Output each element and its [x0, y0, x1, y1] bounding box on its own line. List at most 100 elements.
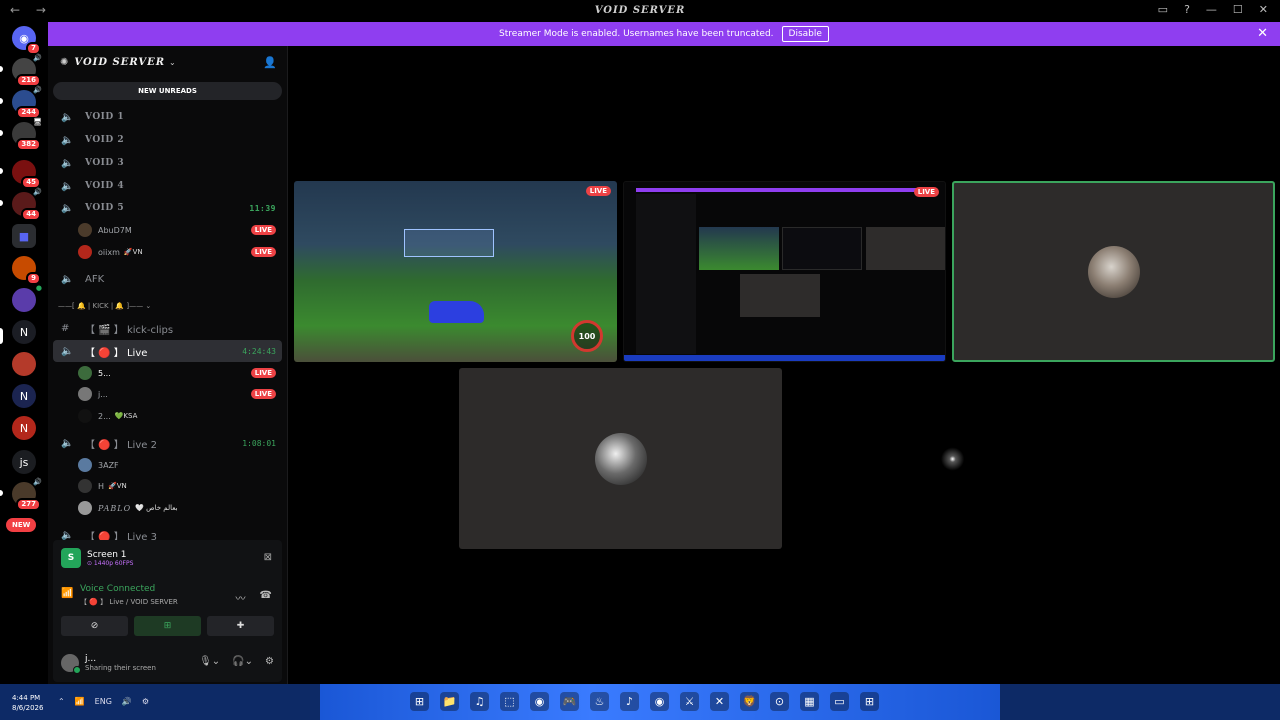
chevron-down-icon: ⌄: [169, 57, 176, 67]
category-kick[interactable]: ——[ 🔔 | KICK | 🔔 ]—— ⌄: [58, 302, 151, 310]
voice-user[interactable]: H 🚀VN: [78, 476, 282, 496]
folder-icon[interactable]: ■: [12, 224, 36, 248]
windows-icon[interactable]: ⊞: [860, 692, 879, 711]
activities-button[interactable]: ✚: [207, 616, 274, 636]
server-icon[interactable]: ●: [12, 284, 42, 312]
close-icon[interactable]: ✕: [1259, 3, 1268, 16]
voice-channel-live[interactable]: 🔈 【 🔴 】 Live 4:24:43: [53, 340, 282, 362]
app-icon[interactable]: ▦: [800, 692, 819, 711]
stream-tile-screen[interactable]: LIVE: [623, 181, 946, 362]
add-user-icon[interactable]: 👤: [263, 56, 277, 69]
avatar[interactable]: [61, 654, 81, 674]
stream-tile-game[interactable]: 100 LIVE: [294, 181, 617, 362]
app-icon[interactable]: ◉: [530, 692, 549, 711]
text-channel-kick-clips[interactable]: # 【 🎬 】 kick-clips: [53, 317, 282, 339]
server-icon[interactable]: N: [12, 384, 36, 408]
start-icon[interactable]: ⊞: [410, 692, 429, 711]
channel-timer: 11:39: [249, 203, 276, 213]
voice-channel[interactable]: 🔈 VOID 3: [53, 152, 282, 174]
server-icon[interactable]: 🔊 244: [12, 86, 42, 119]
server-icon[interactable]: N: [12, 320, 36, 344]
game-icon[interactable]: 🎮: [560, 692, 579, 711]
tiktok-icon[interactable]: ♪: [620, 692, 639, 711]
stream-source-name: Screen 1: [87, 549, 127, 560]
clock[interactable]: 4:44 PM 8/6/2026: [12, 693, 43, 713]
network-icon[interactable]: 📶: [75, 697, 85, 706]
stop-stream-icon[interactable]: ⊠: [264, 552, 272, 563]
headphones-icon[interactable]: 🎧⌄: [232, 656, 253, 667]
music-icon[interactable]: ♫: [470, 692, 489, 711]
server-icon[interactable]: 9: [12, 256, 41, 285]
voice-user[interactable]: 5... LIVE: [78, 363, 282, 383]
disconnect-icon[interactable]: ☎: [260, 590, 272, 605]
participant-avatar: [595, 433, 647, 485]
server-icon[interactable]: 🔊 44: [12, 188, 42, 221]
noise-suppression-icon[interactable]: 〰: [236, 590, 246, 605]
speaker-icon: 🔈: [61, 111, 74, 123]
voice-channel[interactable]: 🔈 VOID 4: [53, 175, 282, 197]
chevron-up-icon[interactable]: ⌃: [58, 697, 65, 706]
voice-user[interactable]: AbuD7M LIVE: [78, 220, 282, 240]
microphone-icon[interactable]: 🎙⌄: [199, 656, 220, 667]
camera-toggle-button[interactable]: ⊘: [61, 616, 128, 636]
app-icon[interactable]: ▭: [830, 692, 849, 711]
streamer-mode-banner: Streamer Mode is enabled. Usernames have…: [48, 22, 1280, 46]
steam-icon[interactable]: ♨: [590, 692, 609, 711]
minimize-icon[interactable]: —: [1206, 3, 1217, 16]
banner-close-icon[interactable]: ✕: [1257, 26, 1268, 41]
car-graphic: [429, 301, 484, 323]
server-icon[interactable]: js: [12, 450, 36, 474]
settings-gear-icon[interactable]: ⚙: [265, 656, 274, 667]
voice-channel[interactable]: 🔈 VOID 5 11:39: [53, 197, 282, 219]
server-icon[interactable]: 45: [12, 160, 41, 189]
participant-tile[interactable]: [788, 368, 1111, 549]
language-indicator[interactable]: ENG: [95, 697, 112, 706]
maximize-icon[interactable]: ☐: [1233, 3, 1243, 16]
voice-channel[interactable]: 🔈 VOID 2: [53, 129, 282, 151]
voice-user[interactable]: PABLO 🤍 بعالم خاص: [78, 498, 282, 518]
voice-user[interactable]: oiixm 🚀VN LIVE: [78, 242, 282, 262]
voice-status[interactable]: Voice Connected: [80, 584, 155, 594]
live-badge: LIVE: [250, 247, 276, 257]
help-icon[interactable]: ?: [1184, 3, 1190, 16]
settings-icon[interactable]: ⚙: [142, 697, 149, 706]
afk-channel[interactable]: 🔈 AFK: [53, 268, 282, 290]
chrome-icon[interactable]: ⊙: [770, 692, 789, 711]
voice-user[interactable]: j... LIVE: [78, 384, 282, 404]
live-badge: LIVE: [585, 186, 611, 196]
voice-user[interactable]: 3AZF: [78, 455, 282, 475]
speaker-icon: 🔈: [61, 437, 74, 449]
app-icon[interactable]: ⬚: [500, 692, 519, 711]
window-titlebar: ← → VOID SERVER ▭ ? — ☐ ✕: [0, 0, 1280, 22]
new-unreads-pill[interactable]: NEW: [6, 518, 37, 532]
server-icon[interactable]: 🔊 216: [12, 54, 42, 87]
signal-icon: 📶: [61, 588, 74, 599]
participant-tile-speaking[interactable]: [952, 181, 1275, 362]
boost-meter: 100: [571, 320, 603, 352]
server-icon[interactable]: [12, 352, 36, 376]
screen-share-button[interactable]: ⊞: [134, 616, 201, 636]
voice-channel-live-2[interactable]: 🔈 【 🔴 】 Live 2 1:08:01: [53, 432, 282, 454]
discord-icon[interactable]: ◉: [650, 692, 669, 711]
new-unreads-button[interactable]: NEW UNREADS: [53, 82, 282, 100]
server-icon[interactable]: 🖥 382: [12, 118, 42, 151]
participant-tile[interactable]: [459, 368, 782, 549]
server-icon[interactable]: 🔊 277: [12, 478, 42, 511]
disable-button[interactable]: Disable: [781, 26, 829, 42]
inbox-icon[interactable]: ▭: [1158, 3, 1168, 16]
server-icon[interactable]: N: [12, 416, 36, 440]
server-name: VOID SERVER: [74, 56, 166, 68]
brave-icon[interactable]: 🦁: [740, 692, 759, 711]
voice-channel[interactable]: 🔈 VOID 1: [53, 106, 282, 128]
home-button[interactable]: ◉ 7: [12, 26, 41, 55]
file-explorer-icon[interactable]: 📁: [440, 692, 459, 711]
app-icon[interactable]: ⚔: [680, 692, 699, 711]
speaker-icon: 🔈: [61, 529, 74, 541]
os-taskbar: 4:44 PM 8/6/2026 ⌃ 📶 ENG 🔊 ⚙ ⊞ 📁 ♫ ⬚ ◉ 🎮…: [0, 684, 1280, 720]
xbox-icon[interactable]: ✕: [710, 692, 729, 711]
live-badge: LIVE: [250, 368, 276, 378]
volume-icon[interactable]: 🔊: [122, 697, 132, 706]
stream-quality[interactable]: ⊙ 1440p 60FPS: [87, 560, 133, 567]
voice-user[interactable]: 2... 💚KSA: [78, 406, 282, 426]
server-header[interactable]: ✺ VOID SERVER ⌄ 👤: [48, 46, 287, 78]
